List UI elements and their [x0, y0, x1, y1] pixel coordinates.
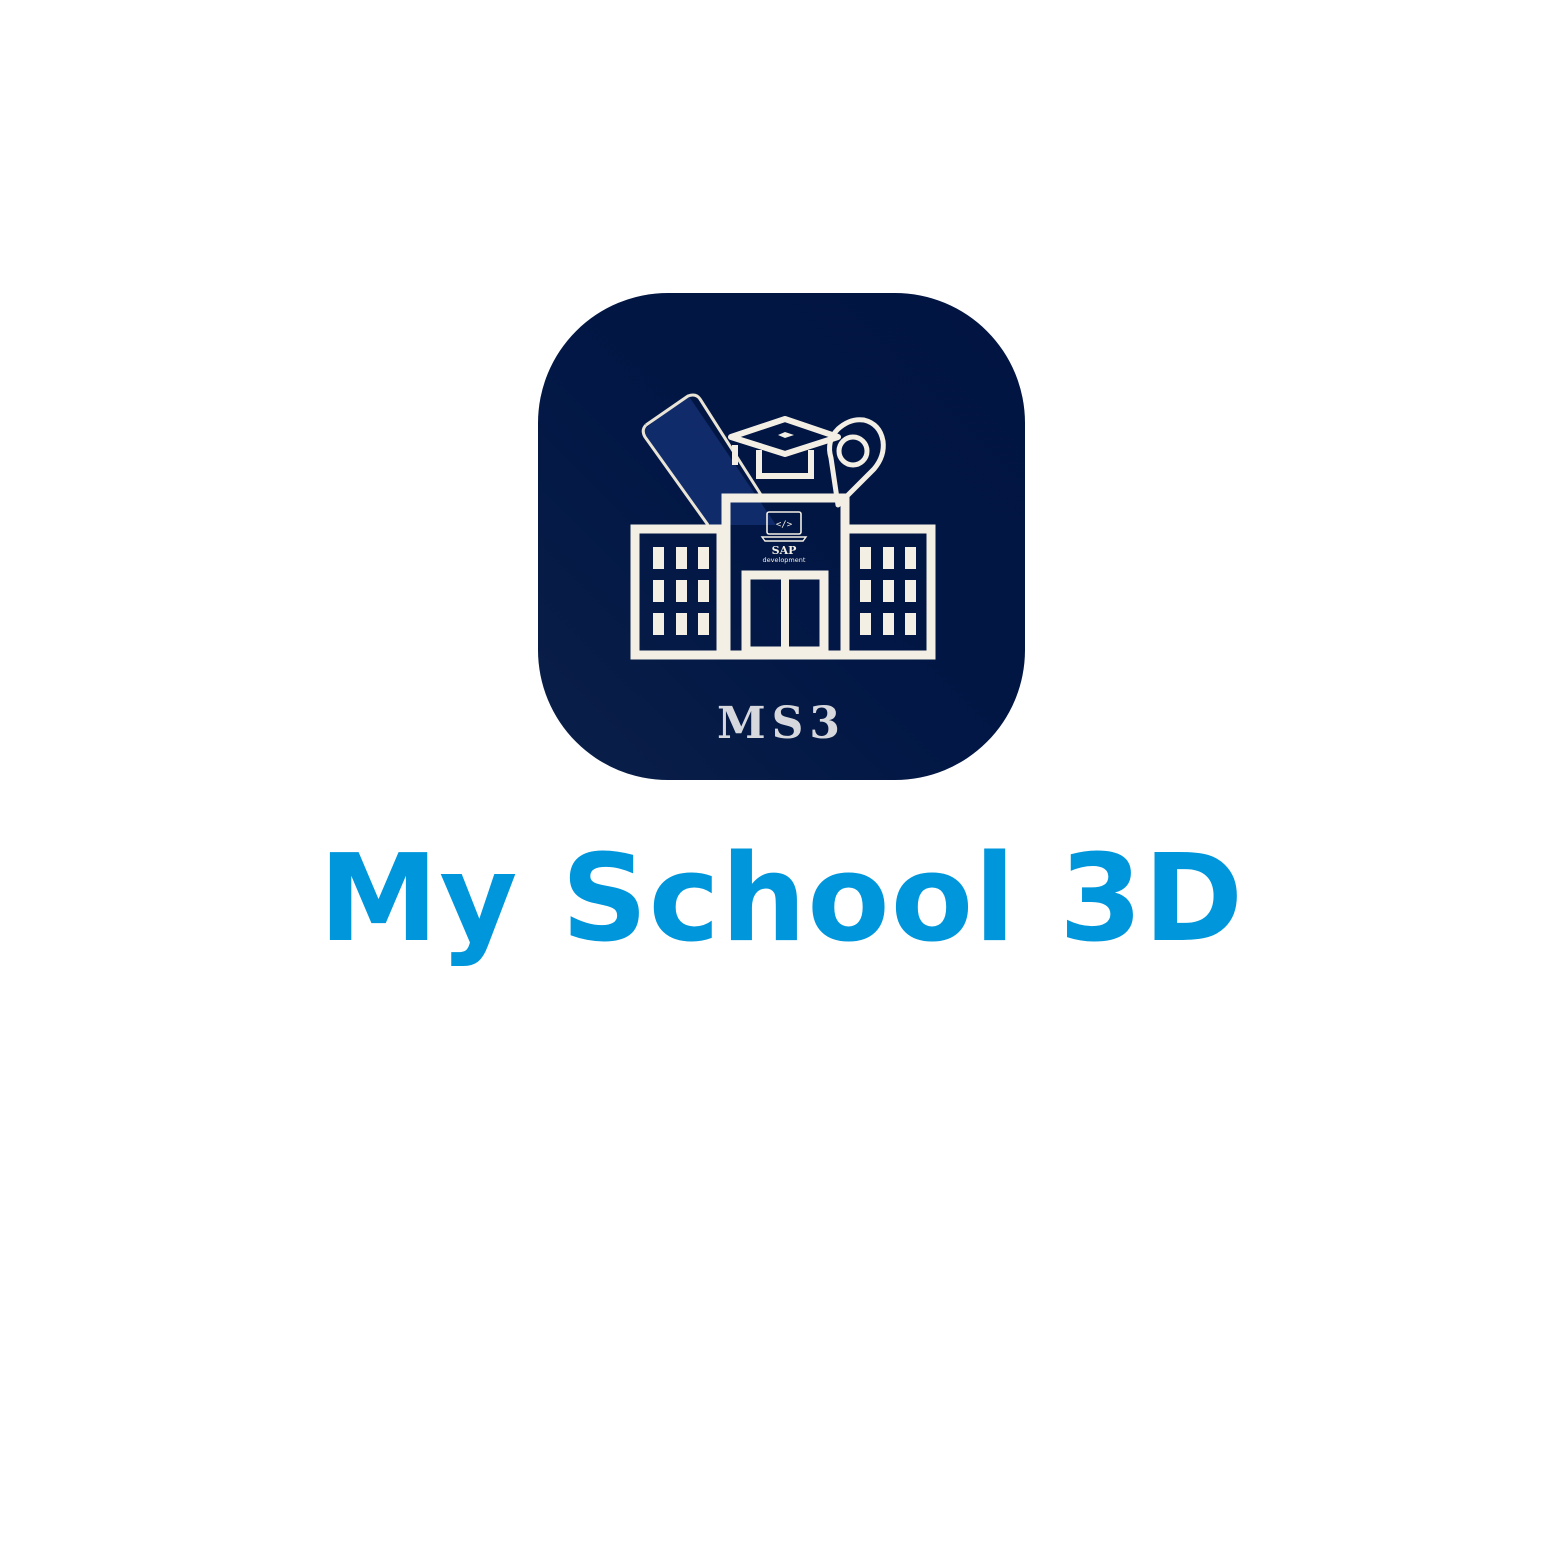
app-name: My School 3D	[318, 830, 1245, 969]
location-pin-icon	[827, 417, 886, 508]
graduation-cap-icon	[728, 416, 841, 479]
code-glyph: </>	[776, 520, 793, 530]
app-icon[interactable]: </> SAP development MS3	[538, 293, 1025, 780]
right-wing	[840, 524, 936, 660]
badge-subtitle: development	[763, 556, 806, 564]
left-wing	[630, 524, 726, 660]
icon-label: MS3	[716, 698, 847, 749]
smartphone-icon	[641, 393, 776, 526]
